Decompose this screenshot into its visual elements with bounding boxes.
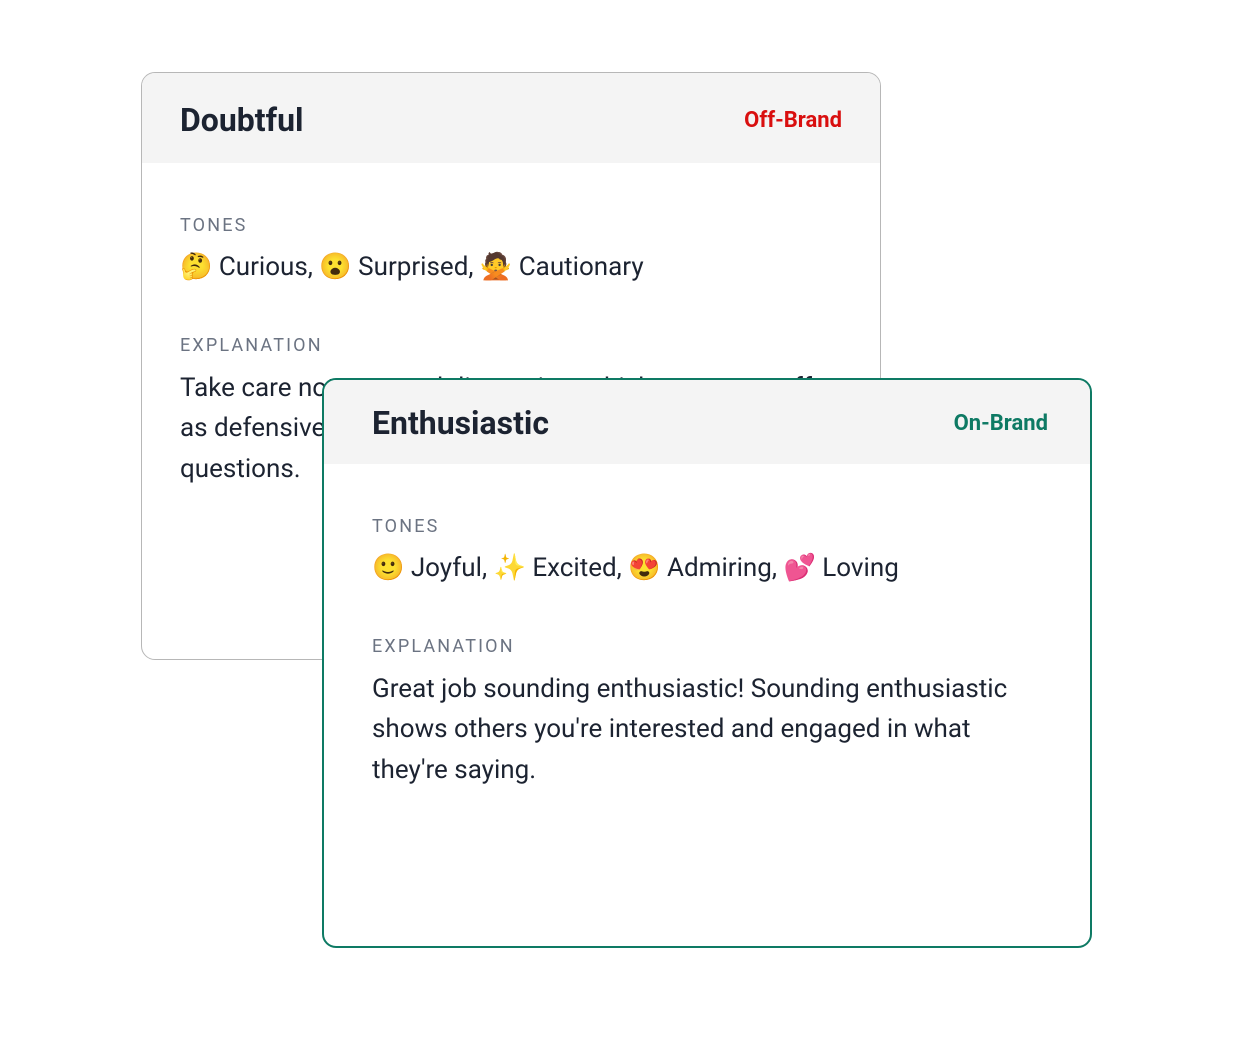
explanation-label: EXPLANATION xyxy=(180,335,842,356)
card-title: Doubtful xyxy=(180,101,303,139)
card-header: Doubtful Off-Brand xyxy=(142,73,880,163)
brand-badge-on: On-Brand xyxy=(954,411,1048,436)
brand-badge-off: Off-Brand xyxy=(744,108,842,133)
tones-list: 🤔 Curious, 😮 Surprised, 🙅 Cautionary xyxy=(180,248,842,287)
tones-label: TONES xyxy=(180,215,842,236)
tones-list: 🙂 Joyful, ✨ Excited, 😍 Admiring, 💕 Lovin… xyxy=(372,549,1042,588)
explanation-label: EXPLANATION xyxy=(372,636,1042,657)
tones-label: TONES xyxy=(372,516,1042,537)
card-title: Enthusiastic xyxy=(372,404,549,442)
card-header: Enthusiastic On-Brand xyxy=(324,380,1090,464)
card-body: TONES 🙂 Joyful, ✨ Excited, 😍 Admiring, 💕… xyxy=(324,464,1090,824)
explanation-text: Great job sounding enthusiastic! Soundin… xyxy=(372,669,1042,790)
tone-card-enthusiastic: Enthusiastic On-Brand TONES 🙂 Joyful, ✨ … xyxy=(322,378,1092,948)
